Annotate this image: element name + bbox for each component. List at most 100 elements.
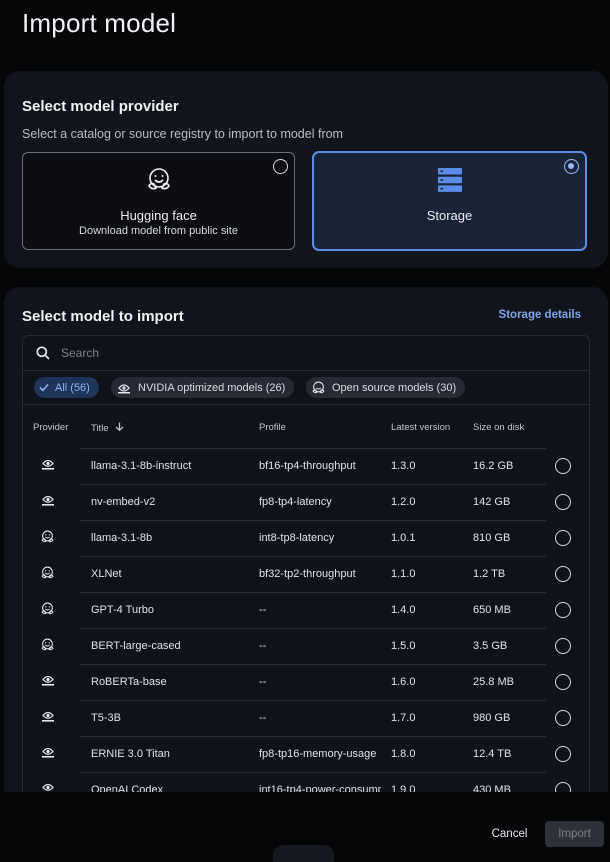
nvidia-icon xyxy=(116,382,132,394)
nvidia-icon xyxy=(40,494,56,509)
row-profile: fp8-tp16-memory-usage xyxy=(259,748,377,760)
filter-chip-label: NVIDIA optimized models (26) xyxy=(138,381,286,394)
row-version: 1.1.0 xyxy=(391,568,416,580)
row-size: 142 GB xyxy=(473,496,511,508)
row-divider xyxy=(79,628,546,629)
page-title: Import model xyxy=(22,8,177,38)
row-select-radio[interactable] xyxy=(555,494,571,510)
provider-option-storage[interactable]: Storage xyxy=(313,152,586,250)
table-row[interactable]: llama-3.1-8b int8-tp8-latency 1.0.1 810 … xyxy=(23,520,589,556)
table-row[interactable]: T5-3B -- 1.7.0 980 GB xyxy=(23,700,589,736)
provider-radio-hugging-face[interactable] xyxy=(273,159,288,174)
row-version: 1.3.0 xyxy=(391,460,416,472)
table-row[interactable]: GPT-4 Turbo -- 1.4.0 650 MB xyxy=(23,592,589,628)
row-select-radio[interactable] xyxy=(555,638,571,654)
row-title: BERT-large-cased xyxy=(91,640,181,652)
provider-option-hugging-face[interactable]: Hugging face Download model from public … xyxy=(22,152,295,250)
storage-details-link[interactable]: Storage details xyxy=(499,309,581,321)
scroll-handle[interactable] xyxy=(273,845,334,862)
row-size: 16.2 GB xyxy=(473,460,514,472)
hugging-face-icon xyxy=(40,566,55,583)
row-select-radio[interactable] xyxy=(555,710,571,726)
cancel-button[interactable]: Cancel xyxy=(482,821,537,847)
row-size: 980 GB xyxy=(473,712,511,724)
filter-chips: All (56) NVIDIA optimized models (26) Op… xyxy=(23,371,589,405)
filter-chip-open-source[interactable]: Open source models (30) xyxy=(306,377,466,398)
hugging-face-icon xyxy=(40,530,55,547)
row-title: T5-3B xyxy=(91,712,121,724)
nvidia-icon xyxy=(40,746,56,761)
row-select-radio[interactable] xyxy=(555,602,571,618)
column-header-provider: Provider xyxy=(33,422,69,433)
column-header-profile: Profile xyxy=(259,422,286,433)
row-version: 1.9.0 xyxy=(391,784,416,792)
row-profile: bf16-tp4-throughput xyxy=(259,460,356,472)
provider-radio-storage[interactable] xyxy=(564,159,579,174)
column-header-version: Latest version xyxy=(391,422,451,433)
filter-chip-all[interactable]: All (56) xyxy=(34,377,99,398)
row-profile: -- xyxy=(259,604,267,616)
row-title: RoBERTa-base xyxy=(91,676,167,688)
row-divider xyxy=(79,664,546,665)
row-size: 25.8 MB xyxy=(473,676,514,688)
row-version: 1.8.0 xyxy=(391,748,416,760)
table-header: Provider Title Profile Latest version Si… xyxy=(23,405,589,448)
row-size: 1.2 TB xyxy=(473,568,506,580)
row-divider xyxy=(79,520,546,521)
models-section: Select model to import Storage details A… xyxy=(4,287,608,792)
provider-name-hugging-face: Hugging face xyxy=(120,208,197,223)
row-divider xyxy=(79,700,546,701)
table-row[interactable]: XLNet bf32-tp2-throughput 1.1.0 1.2 TB xyxy=(23,556,589,592)
table-row[interactable]: ERNIE 3.0 Titan fp8-tp16-memory-usage 1.… xyxy=(23,736,589,772)
table-row[interactable]: OpenAI Codex int16-tp4-power-consumption… xyxy=(23,772,589,792)
row-version: 1.0.1 xyxy=(391,532,416,544)
hugging-face-icon xyxy=(146,167,172,198)
row-select-radio[interactable] xyxy=(555,674,571,690)
row-title: OpenAI Codex xyxy=(91,784,164,792)
search-icon xyxy=(36,346,50,365)
row-select-radio[interactable] xyxy=(555,782,571,792)
nvidia-icon xyxy=(40,674,56,689)
table-row[interactable]: RoBERTa-base -- 1.6.0 25.8 MB xyxy=(23,664,589,700)
import-button[interactable]: Import xyxy=(545,821,604,847)
row-divider xyxy=(79,448,546,449)
row-select-radio[interactable] xyxy=(555,530,571,546)
column-header-size: Size on disk xyxy=(473,422,525,433)
row-title: XLNet xyxy=(91,568,122,580)
table-row[interactable]: llama-3.1-8b-instruct bf16-tp4-throughpu… xyxy=(23,448,589,484)
hugging-face-icon xyxy=(40,602,55,619)
provider-description-hugging-face: Download model from public site xyxy=(79,225,238,237)
provider-name-storage: Storage xyxy=(426,208,473,223)
hugging-face-icon xyxy=(311,381,326,395)
row-version: 1.7.0 xyxy=(391,712,416,724)
nvidia-icon xyxy=(40,710,56,725)
search-bar xyxy=(23,336,589,371)
row-select-radio[interactable] xyxy=(555,746,571,762)
provider-section: Select model provider Select a catalog o… xyxy=(4,71,608,268)
check-icon xyxy=(39,383,49,392)
row-select-radio[interactable] xyxy=(555,458,571,474)
column-header-title[interactable]: Title xyxy=(91,422,124,434)
filter-chip-nvidia[interactable]: NVIDIA optimized models (26) xyxy=(111,377,295,398)
models-table: All (56) NVIDIA optimized models (26) Op… xyxy=(22,335,590,792)
row-size: 3.5 GB xyxy=(473,640,508,652)
storage-icon xyxy=(437,167,463,198)
row-select-radio[interactable] xyxy=(555,566,571,582)
nvidia-icon xyxy=(40,458,56,473)
row-version: 1.6.0 xyxy=(391,676,416,688)
row-title: llama-3.1-8b-instruct xyxy=(91,460,192,472)
models-section-title: Select model to import xyxy=(22,308,184,325)
row-size: 650 MB xyxy=(473,604,511,616)
table-row[interactable]: BERT-large-cased -- 1.5.0 3.5 GB xyxy=(23,628,589,664)
hugging-face-icon xyxy=(40,638,55,655)
row-version: 1.5.0 xyxy=(391,640,416,652)
row-profile: int16-tp4-power-consumption xyxy=(259,784,381,792)
row-version: 1.4.0 xyxy=(391,604,416,616)
search-input[interactable] xyxy=(61,342,541,364)
row-size: 430 MB xyxy=(473,784,511,792)
row-profile: fp8-tp4-latency xyxy=(259,496,332,508)
table-row[interactable]: nv-embed-v2 fp8-tp4-latency 1.2.0 142 GB xyxy=(23,484,589,520)
row-size: 810 GB xyxy=(473,532,511,544)
row-profile: bf32-tp2-throughput xyxy=(259,568,356,580)
row-profile: -- xyxy=(259,640,267,652)
